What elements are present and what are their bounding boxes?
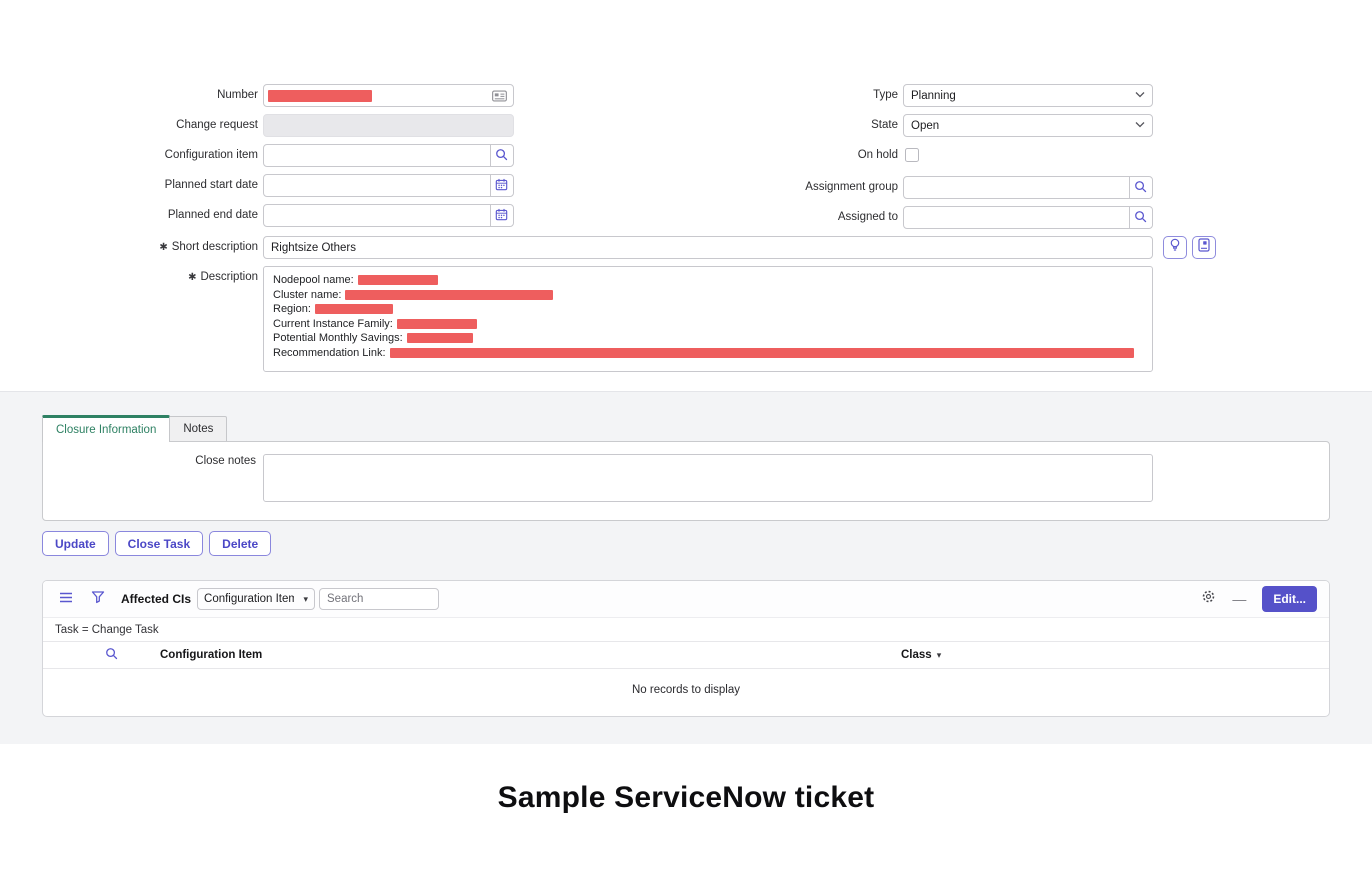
short-description-label: ✱Short description	[30, 236, 258, 259]
close-notes-textarea[interactable]	[263, 454, 1153, 502]
close-task-button[interactable]: Close Task	[115, 531, 203, 556]
configuration-item-search-button[interactable]	[490, 145, 514, 166]
number-redaction-bar	[268, 90, 372, 102]
planned-start-date-calendar-button[interactable]	[490, 175, 514, 196]
planned-start-date-field[interactable]	[263, 174, 514, 197]
planned-end-date-input[interactable]	[264, 205, 490, 226]
search-column-select[interactable]: Configuration Item ( ▾	[197, 588, 315, 610]
type-select[interactable]: Planning	[903, 84, 1153, 107]
gear-icon[interactable]	[1201, 589, 1216, 609]
list-menu-icon[interactable]	[59, 590, 73, 608]
planned-end-date-label: Planned end date	[30, 204, 258, 227]
search-icon	[495, 148, 508, 164]
configuration-item-label: Configuration item	[30, 144, 258, 167]
type-select-value: Planning	[911, 90, 956, 102]
tab-closure-information[interactable]: Closure Information	[42, 415, 170, 442]
sort-arrow-icon: ▾	[937, 650, 942, 660]
suggestion-button[interactable]	[1163, 236, 1187, 259]
assigned-to-input[interactable]	[904, 207, 1129, 228]
change-request-field	[263, 114, 514, 137]
number-field[interactable]	[263, 84, 514, 107]
redaction-bar	[345, 290, 553, 300]
assignment-group-field[interactable]	[903, 176, 1153, 199]
toolbar-right-group: — Edit...	[1201, 586, 1317, 612]
affected-cis-title: Affected CIs	[121, 592, 191, 606]
redaction-bar	[407, 333, 473, 343]
configuration-item-field[interactable]	[263, 144, 514, 167]
figure-caption: Sample ServiceNow ticket	[0, 781, 1372, 815]
redaction-bar	[397, 319, 477, 329]
collapse-icon[interactable]: —	[1232, 592, 1246, 606]
state-label: State	[670, 114, 898, 137]
assignment-group-input[interactable]	[904, 177, 1129, 198]
redaction-bar	[315, 304, 393, 314]
column-header-configuration-item[interactable]: Configuration Item	[160, 649, 262, 661]
configuration-item-input[interactable]	[264, 145, 490, 166]
chevron-down-icon	[1135, 120, 1145, 131]
edit-button[interactable]: Edit...	[1262, 586, 1317, 612]
assigned-to-label: Assigned to	[670, 206, 898, 229]
description-line: Potential Monthly Savings:	[273, 331, 1143, 346]
short-description-input[interactable]	[264, 237, 1152, 258]
redaction-bar	[358, 275, 438, 285]
required-icon: ✱	[159, 242, 167, 253]
on-hold-checkbox[interactable]	[905, 148, 919, 162]
knowledge-button[interactable]	[1192, 236, 1216, 259]
list-header-row: Configuration Item Class▾	[43, 642, 1329, 669]
state-select[interactable]: Open	[903, 114, 1153, 137]
assigned-to-search-button[interactable]	[1129, 207, 1152, 228]
planned-end-date-calendar-button[interactable]	[490, 205, 514, 226]
short-description-field[interactable]	[263, 236, 1153, 259]
filter-icon[interactable]	[91, 590, 105, 609]
affected-cis-toolbar: Affected CIs Configuration Item ( ▾ — Ed…	[43, 581, 1329, 617]
update-button[interactable]: Update	[42, 531, 109, 556]
assigned-to-field[interactable]	[903, 206, 1153, 229]
description-textarea[interactable]: Nodepool name: Cluster name: Region: Cur…	[263, 266, 1153, 372]
record-preview-icon[interactable]	[492, 90, 507, 105]
close-notes-label: Close notes	[30, 455, 256, 467]
description-line: Region:	[273, 302, 1143, 317]
state-select-value: Open	[911, 120, 939, 132]
list-search-input[interactable]	[319, 588, 439, 610]
list-breadcrumb[interactable]: Task = Change Task	[43, 617, 1329, 642]
type-label: Type	[670, 84, 898, 107]
affected-cis-card: Affected CIs Configuration Item ( ▾ — Ed…	[42, 580, 1330, 717]
tab-notes[interactable]: Notes	[170, 416, 227, 442]
description-line: Recommendation Link:	[273, 346, 1143, 361]
column-header-class[interactable]: Class▾	[901, 649, 941, 661]
on-hold-label: On hold	[670, 144, 898, 167]
description-line: Nodepool name:	[273, 273, 1143, 288]
change-request-label: Change request	[30, 114, 258, 137]
search-icon	[1134, 210, 1147, 226]
servicenow-ticket-page: Number Change request Configuration item…	[0, 0, 1372, 890]
delete-button[interactable]: Delete	[209, 531, 271, 556]
planned-end-date-field[interactable]	[263, 204, 514, 227]
description-line: Cluster name:	[273, 288, 1143, 303]
planned-start-date-label: Planned start date	[30, 174, 258, 197]
planned-start-date-input[interactable]	[264, 175, 490, 196]
chevron-down-icon: ▾	[303, 594, 308, 605]
form-action-buttons: Update Close Task Delete	[42, 531, 271, 556]
calendar-icon	[495, 208, 508, 224]
description-label: ✱Description	[30, 266, 258, 289]
section-tabs: Closure Information Notes	[42, 415, 227, 442]
chevron-down-icon	[1135, 90, 1145, 101]
empty-list-message: No records to display	[43, 669, 1329, 696]
description-line: Current Instance Family:	[273, 317, 1143, 332]
search-column-value: Configuration Item (	[204, 593, 294, 605]
assignment-group-search-button[interactable]	[1129, 177, 1152, 198]
calendar-icon	[495, 178, 508, 194]
required-icon: ✱	[188, 272, 196, 283]
search-icon	[1134, 180, 1147, 196]
assignment-group-label: Assignment group	[670, 176, 898, 199]
knowledge-book-icon	[1198, 238, 1210, 257]
lightbulb-icon	[1169, 238, 1181, 257]
number-label: Number	[30, 84, 258, 107]
column-search-icon[interactable]	[105, 647, 118, 663]
redaction-bar	[390, 348, 1134, 358]
